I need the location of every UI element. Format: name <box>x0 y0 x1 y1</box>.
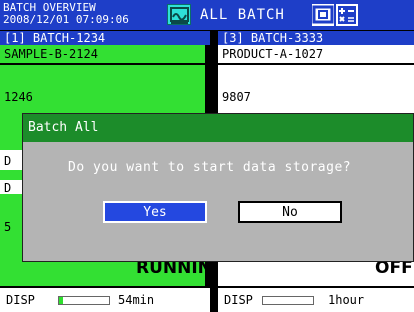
batch-all-dialog: Batch All Do you want to start data stor… <box>22 113 414 262</box>
no-button[interactable]: No <box>238 201 342 223</box>
right-batch-value: 9807 <box>222 90 251 104</box>
right-disp-footer: DISP 1hour <box>218 288 414 312</box>
display-icon[interactable] <box>312 4 334 26</box>
yes-button[interactable]: Yes <box>103 201 207 223</box>
right-disp-label: DISP <box>224 293 253 307</box>
left-batch-value: 1246 <box>4 90 33 104</box>
right-batch-title[interactable]: [3] BATCH-3333 <box>218 31 414 45</box>
left-divider <box>0 63 205 65</box>
left-disp-progress-fill <box>59 297 63 304</box>
header-bar: BATCH OVERVIEW 2008/12/01 07:09:06 ALL B… <box>0 0 414 30</box>
calculator-icon[interactable] <box>336 4 358 26</box>
mode-label: ALL BATCH <box>200 7 285 23</box>
screen-datetime: 2008/12/01 07:09:06 <box>3 13 129 26</box>
left-disp-footer: DISP 54min <box>0 288 210 312</box>
left-batch-title[interactable]: [1] BATCH-1234 <box>0 31 210 45</box>
left-row-label-c: 5 <box>4 220 12 234</box>
memory-icon[interactable] <box>167 4 191 25</box>
left-row-label-a: D <box>4 154 12 168</box>
dialog-message: Do you want to start data storage? <box>68 160 352 175</box>
right-disp-time: 1hour <box>328 293 365 307</box>
left-disp-progress <box>58 296 110 305</box>
left-disp-label: DISP <box>6 293 35 307</box>
right-product-name: PRODUCT-A-1027 <box>222 47 324 61</box>
left-product-name: SAMPLE-B-2124 <box>4 47 98 61</box>
left-row-label-b: D <box>4 181 12 195</box>
dialog-title: Batch All <box>23 114 413 142</box>
right-divider <box>218 63 414 65</box>
right-disp-progress <box>262 296 314 305</box>
left-disp-time: 54min <box>118 293 155 307</box>
screen-title: BATCH OVERVIEW 2008/12/01 07:09:06 <box>3 2 129 26</box>
